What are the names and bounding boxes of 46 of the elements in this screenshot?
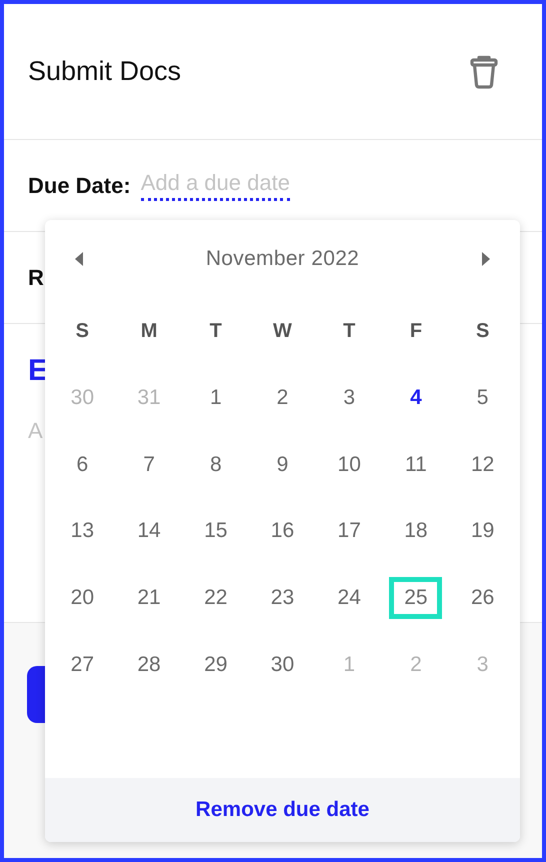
- previous-month-icon[interactable]: [75, 252, 83, 266]
- calendar-day[interactable]: 24: [322, 577, 376, 620]
- calendar-day[interactable]: 9: [256, 444, 309, 486]
- calendar-day[interactable]: 30: [256, 644, 309, 686]
- calendar-day[interactable]: 19: [456, 510, 510, 552]
- calendar-day[interactable]: 22: [189, 577, 242, 620]
- calendar-day[interactable]: 6: [56, 444, 109, 486]
- weekday-label: T: [343, 320, 356, 343]
- calendar-day[interactable]: 26: [456, 577, 510, 620]
- weekday-label: T: [210, 320, 222, 343]
- calendar-day[interactable]: 12: [456, 444, 510, 486]
- calendar-day[interactable]: 13: [56, 510, 109, 552]
- next-month-icon[interactable]: [482, 252, 490, 266]
- calendar-day[interactable]: 3: [322, 377, 376, 420]
- calendar-day[interactable]: 15: [189, 510, 242, 552]
- calendar-day[interactable]: 27: [56, 644, 109, 686]
- month-title: November 2022: [206, 247, 360, 271]
- calendar-day[interactable]: 14: [122, 510, 176, 552]
- calendar-day[interactable]: 25: [389, 577, 442, 620]
- field-label: R: [28, 264, 44, 290]
- weekday-label: S: [76, 320, 90, 343]
- calendar-day[interactable]: 20: [56, 577, 109, 620]
- calendar-day[interactable]: 8: [189, 444, 242, 486]
- weekday-label: M: [140, 320, 158, 343]
- placeholder-text: A: [28, 418, 44, 444]
- calendar-day[interactable]: 2: [256, 377, 309, 420]
- due-date-label: Due Date:: [28, 172, 131, 198]
- calendar-day[interactable]: 29: [189, 644, 242, 686]
- calendar-day[interactable]: 16: [256, 510, 309, 552]
- calendar-day[interactable]: 17: [322, 510, 376, 552]
- calendar-day[interactable]: 5: [456, 377, 510, 420]
- calendar-day[interactable]: 1: [189, 377, 242, 420]
- calendar-day[interactable]: 18: [389, 510, 442, 552]
- task-title: Submit Docs: [28, 56, 182, 87]
- calendar-day[interactable]: 7: [122, 444, 176, 486]
- calendar-day[interactable]: 21: [122, 577, 176, 620]
- calendar-day[interactable]: 11: [389, 444, 442, 486]
- trash-icon[interactable]: [470, 54, 498, 88]
- weekday-label: F: [410, 320, 422, 343]
- calendar-day[interactable]: 10: [322, 444, 376, 486]
- calendar-day[interactable]: 4: [389, 377, 442, 420]
- calendar-day[interactable]: 28: [122, 644, 176, 686]
- remove-due-date-button[interactable]: Remove due date: [45, 778, 520, 842]
- weekday-label: S: [476, 320, 490, 343]
- weekday-label: W: [273, 320, 292, 343]
- calendar-day[interactable]: 23: [256, 577, 309, 620]
